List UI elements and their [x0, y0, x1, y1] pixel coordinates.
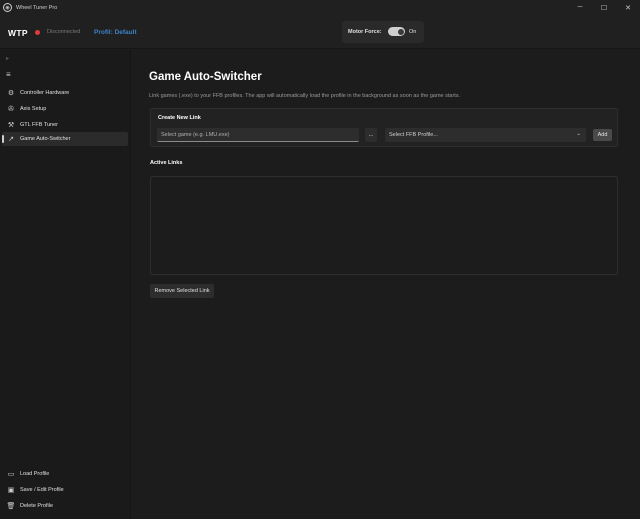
minimize-button[interactable]: ─: [568, 0, 592, 15]
sidebar: ▸ ≡ ⚙ Controller Hardware ✇ Axis Setup ⚒…: [0, 50, 131, 519]
title-bar: ◉ Wheel Tuner Pro ─ ☐ ✕: [0, 0, 640, 15]
sidebar-item-axis-setup[interactable]: ✇ Axis Setup: [2, 102, 128, 116]
page-title: Game Auto-Switcher: [149, 71, 262, 83]
gear-icon: ⚙: [7, 90, 15, 97]
motor-force-state: On: [409, 29, 417, 35]
main-content: Game Auto-Switcher Link games (.exe) to …: [132, 50, 640, 519]
window-title: Wheel Tuner Pro: [16, 4, 58, 11]
current-profile-label: Profil: Default: [94, 28, 137, 36]
app-header: WTP Disconnected Profil: Default Motor F…: [0, 15, 640, 49]
sidebar-item-label: Load Profile: [20, 471, 50, 477]
remove-selected-link-button[interactable]: Remove Selected Link: [150, 284, 214, 298]
hamburger-menu-icon[interactable]: ≡: [6, 70, 11, 79]
sidebar-item-game-auto-switcher[interactable]: ↗ Game Auto-Switcher: [2, 132, 128, 146]
ffb-profile-select-value: Select FFB Profile...: [389, 132, 438, 138]
connection-status-dot: [35, 30, 40, 35]
active-links-list[interactable]: [150, 176, 618, 275]
toggle-knob: [397, 28, 404, 35]
sidebar-item-label: Game Auto-Switcher: [20, 136, 71, 142]
chevron-down-icon: ⌄: [576, 131, 581, 137]
ffb-profile-select[interactable]: Select FFB Profile... ⌄: [385, 128, 586, 142]
active-links-title: Active Links: [150, 160, 183, 166]
sidebar-item-gtl-ffb-tuner[interactable]: ⚒ GTL FFB Tuner: [2, 118, 128, 132]
collapse-icon[interactable]: ▸: [6, 55, 9, 62]
motor-force-panel: Motor Force: On: [342, 21, 424, 43]
sidebar-item-label: Delete Profile: [20, 503, 54, 509]
sidebar-item-controller-hardware[interactable]: ⚙ Controller Hardware: [2, 86, 128, 100]
app-icon: ◉: [3, 3, 12, 12]
create-link-title: Create New Link: [158, 115, 201, 121]
steering-icon: ✇: [8, 106, 14, 113]
sidebar-item-label: Controller Hardware: [20, 90, 70, 96]
sidebar-item-delete-profile[interactable]: 🗑 Delete Profile: [2, 499, 128, 513]
sidebar-item-label: GTL FFB Tuner: [20, 122, 59, 128]
sidebar-item-label: Save / Edit Profile: [20, 487, 64, 493]
load-icon: ▭: [7, 471, 15, 478]
window-controls: ─ ☐ ✕: [568, 0, 640, 15]
wrench-icon: ⚒: [7, 122, 15, 129]
motor-force-label: Motor Force:: [348, 29, 382, 35]
game-exe-input[interactable]: [157, 128, 359, 142]
connection-status: Disconnected: [47, 29, 81, 35]
page-description: Link games (.exe) to your FFB profiles. …: [149, 93, 461, 99]
add-link-button[interactable]: Add: [593, 129, 612, 141]
save-icon: ▣: [7, 487, 15, 494]
maximize-button[interactable]: ☐: [592, 0, 616, 15]
sidebar-item-load-profile[interactable]: ▭ Load Profile: [2, 467, 128, 481]
trash-icon: 🗑: [6, 503, 16, 510]
motor-force-toggle[interactable]: [388, 27, 405, 36]
arrow-icon: ↗: [8, 136, 14, 143]
sidebar-item-save-profile[interactable]: ▣ Save / Edit Profile: [2, 483, 128, 497]
browse-button[interactable]: ...: [365, 128, 377, 142]
sidebar-item-label: Axis Setup: [20, 106, 47, 112]
create-link-card: Create New Link ... Select FFB Profile..…: [150, 108, 618, 147]
app-logo: WTP: [8, 28, 28, 38]
close-button[interactable]: ✕: [616, 0, 640, 15]
